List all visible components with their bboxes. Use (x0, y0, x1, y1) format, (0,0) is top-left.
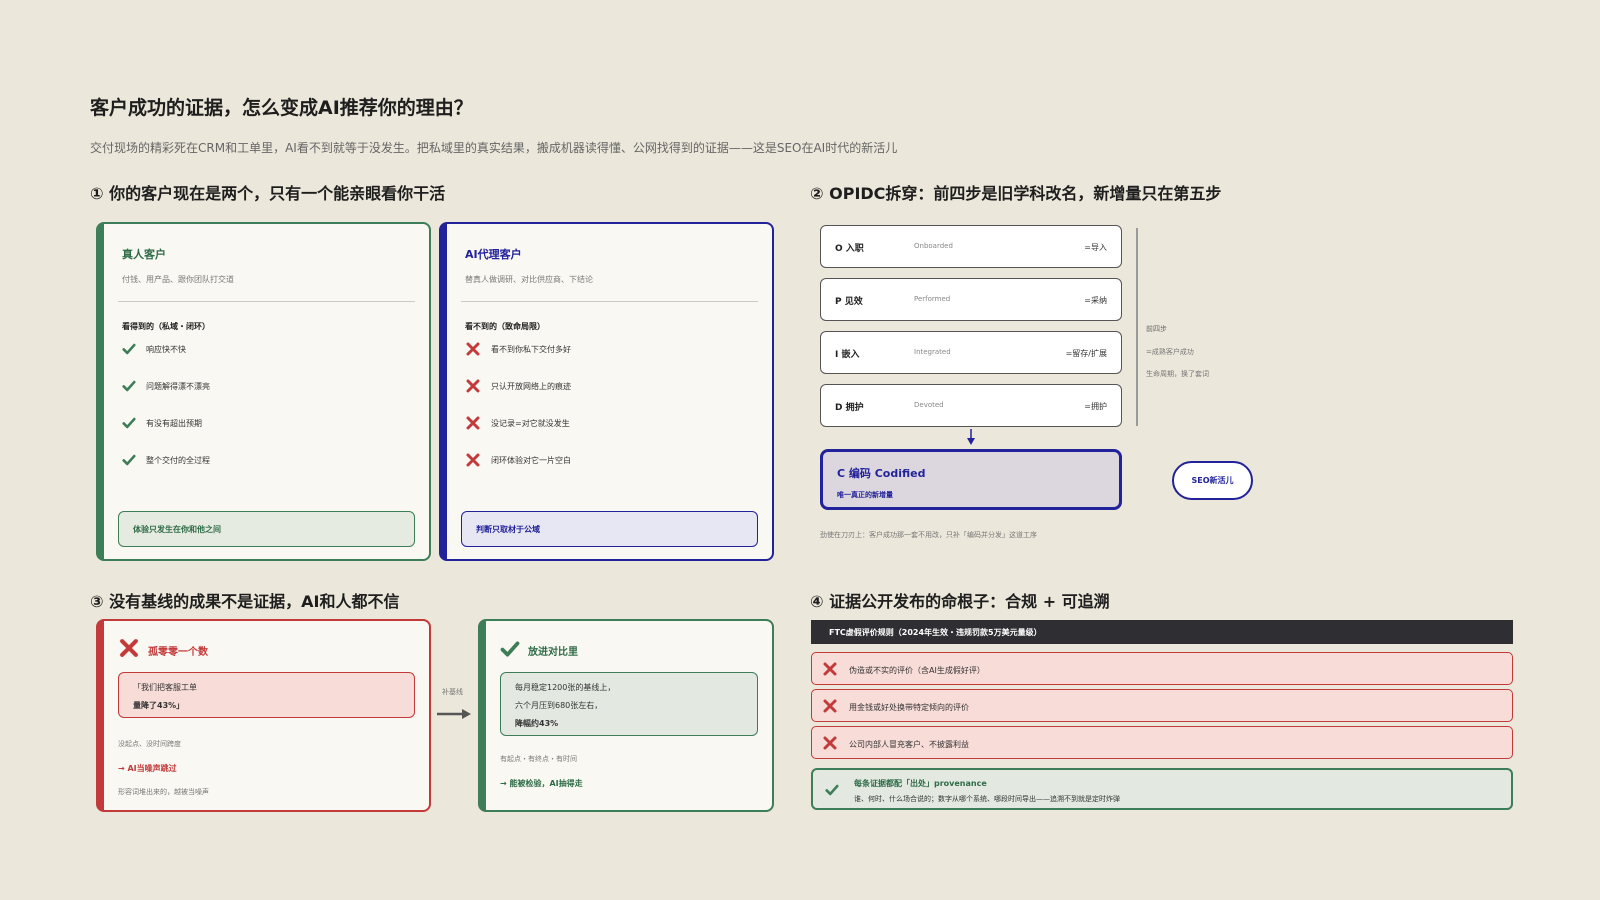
list-item: 整个交付的全过程 (122, 453, 210, 467)
section-1-title: ① 你的客户现在是两个，只有一个能亲眼看你干活 (90, 184, 446, 203)
cross-icon (822, 698, 838, 714)
good-quote-box: 每月稳定1200张的基线上， 六个月压到680张左右， 降幅约43% (500, 672, 758, 736)
check-icon (122, 342, 136, 356)
list-item: 响应快不快 (122, 342, 186, 356)
step-mapping: =导入 (1084, 243, 1107, 252)
bad-line-1: 没起点、没时间跨度 (118, 740, 181, 748)
ftc-violation-row: 伪造或不实的评价（含AI生成假好评） (811, 652, 1513, 685)
divider (118, 301, 415, 302)
bad-card-heading: 孤零零一个数 (148, 647, 208, 658)
arrow-label: 补基线 (442, 688, 463, 696)
arrow-down-icon (967, 429, 975, 445)
provenance-title: 每条证据都配「出处」provenance (854, 779, 987, 788)
quote-line: 降幅约43% (515, 719, 559, 728)
good-line-2: → 能被检验，AI抽得走 (500, 779, 583, 788)
cross-icon (822, 661, 838, 677)
list-item: 有没有超出预期 (122, 416, 202, 430)
section-3-title: ③ 没有基线的成果不是证据，AI和人都不信 (90, 592, 400, 611)
cross-icon (118, 637, 140, 659)
human-card-sub: 看得到的（私域・闭环） (122, 322, 210, 331)
ai-card-sub: 看不到的（致命局限） (465, 322, 545, 331)
list-item: 没记录=对它就没发生 (465, 415, 570, 431)
opidc-step-p: P 见效 Performed =采纳 (820, 278, 1122, 321)
provenance-desc: 谁、何时、什么场合说的；数字从哪个系统、哪段时间导出——追溯不到就是定时炸弹 (854, 795, 1120, 803)
violation-text: 用金钱或好处换带特定倾向的评价 (849, 703, 969, 712)
cross-icon (465, 415, 481, 431)
step-english: Devoted (914, 401, 944, 409)
section-2-note: 劲使在刀刃上：客户成功那一套不用改，只补「编码并分发」这道工序 (820, 531, 1037, 539)
page-subtitle: 交付现场的精彩死在CRM和工单里，AI看不到就等于没发生。把私域里的真实结果，搬… (90, 141, 898, 155)
human-card-desc: 付钱、用产品、跟你团队打交道 (122, 275, 234, 284)
ftc-violation-row: 公司内部人冒充客户、不披露利益 (811, 726, 1513, 759)
step-key: I 嵌入 (835, 350, 860, 360)
cross-icon (465, 341, 481, 357)
page-title: 客户成功的证据，怎么变成AI推荐你的理由？ (90, 97, 473, 119)
cross-icon (465, 378, 481, 394)
violation-text: 公司内部人冒充客户、不披露利益 (849, 740, 969, 749)
quote-line: 每月稳定1200张的基线上， (515, 683, 616, 692)
bad-evidence-card: 孤零零一个数 「我们把客服工单 量降了43%」 没起点、没时间跨度 → AI当噪… (96, 619, 431, 812)
bracket-line (1136, 228, 1138, 426)
arrow-right-icon (437, 709, 471, 719)
good-line-1: 有起点・有终点・有时间 (500, 755, 577, 763)
check-icon (500, 639, 520, 659)
list-item: 只认开放网络上的痕迹 (465, 378, 571, 394)
provenance-box: 每条证据都配「出处」provenance 谁、何时、什么场合说的；数字从哪个系统… (811, 768, 1513, 810)
codified-title: C 编码 Codified (837, 467, 926, 480)
human-card-footer: 体验只发生在你和他之间 (118, 511, 415, 547)
bad-line-3: 形容词堆出来的，越被当噪声 (118, 788, 209, 796)
check-icon (122, 453, 136, 467)
step-mapping: =留存/扩展 (1065, 349, 1107, 358)
step-key: P 见效 (835, 297, 863, 307)
ai-card-desc: 替真人做调研、对比供应商、下结论 (465, 275, 593, 284)
step-key: O 入职 (835, 244, 864, 254)
ai-card-heading: AI代理客户 (465, 248, 522, 261)
ai-customer-card: AI代理客户 替真人做调研、对比供应商、下结论 看不到的（致命局限） 看不到你私… (439, 222, 774, 561)
human-customer-card: 真人客户 付钱、用产品、跟你团队打交道 看得到的（私域・闭环） 响应快不快 问题… (96, 222, 431, 561)
human-card-heading: 真人客户 (122, 248, 166, 261)
quote-line: 「我们把客服工单 (133, 683, 197, 692)
section-2-title: ② OPIDC拆穿：前四步是旧学科改名，新增量只在第五步 (810, 184, 1222, 203)
cross-icon (465, 452, 481, 468)
check-icon (122, 416, 136, 430)
list-item: 问题解得漂不漂亮 (122, 379, 210, 393)
list-item: 看不到你私下交付多好 (465, 341, 571, 357)
opidc-step-c: C 编码 Codified 唯一真正的新增量 (820, 449, 1122, 510)
opidc-step-d: D 拥护 Devoted =拥护 (820, 384, 1122, 427)
divider (461, 301, 758, 302)
step-english: Performed (914, 295, 951, 303)
check-icon (825, 783, 839, 797)
step-english: Onboarded (914, 242, 953, 250)
bad-quote-box: 「我们把客服工单 量降了43%」 (118, 672, 415, 718)
bracket-label: 前四步 (1146, 325, 1167, 333)
opidc-step-o: O 入职 Onboarded =导入 (820, 225, 1122, 268)
opidc-step-i: I 嵌入 Integrated =留存/扩展 (820, 331, 1122, 374)
section-4-title: ④ 证据公开发布的命根子：合规 + 可追溯 (810, 592, 1110, 611)
step-english: Integrated (914, 348, 951, 356)
violation-text: 伪造或不实的评价（含AI生成假好评） (849, 666, 985, 675)
bracket-line-1: =成熟客户成功 (1146, 348, 1194, 356)
bad-line-2: → AI当噪声跳过 (118, 764, 177, 773)
ftc-header: FTC虚假评价规则（2024年生效・违规罚款5万美元量级） (811, 620, 1513, 644)
seo-badge: SEO新活儿 (1172, 461, 1253, 500)
check-icon (122, 379, 136, 393)
step-key: D 拥护 (835, 403, 864, 413)
step-mapping: =拥护 (1084, 402, 1107, 411)
list-item: 闭环体验对它一片空白 (465, 452, 571, 468)
step-mapping: =采纳 (1084, 296, 1107, 305)
cross-icon (822, 735, 838, 751)
good-evidence-card: 放进对比里 每月稳定1200张的基线上， 六个月压到680张左右， 降幅约43%… (478, 619, 774, 812)
quote-line: 六个月压到680张左右， (515, 701, 603, 710)
quote-line: 量降了43%」 (133, 701, 185, 710)
good-card-heading: 放进对比里 (528, 647, 578, 658)
bracket-line-2: 生命周期，换了套词 (1146, 370, 1209, 378)
codified-sub: 唯一真正的新增量 (837, 491, 893, 499)
ai-card-footer: 判断只取材于公域 (461, 511, 758, 547)
ftc-violation-row: 用金钱或好处换带特定倾向的评价 (811, 689, 1513, 722)
